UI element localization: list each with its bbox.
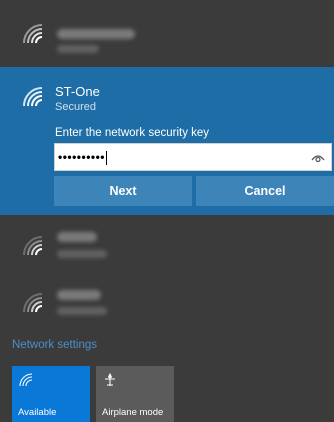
wifi-icon: [22, 235, 46, 257]
quick-action-airplane-tile[interactable]: Airplane mode: [96, 366, 174, 422]
obscured-network-name: [57, 232, 97, 242]
security-key-input[interactable]: ••••••••••: [54, 143, 332, 171]
security-key-value: ••••••••••: [58, 150, 108, 165]
wifi-icon: [22, 86, 46, 108]
quick-action-wifi-tile[interactable]: Available: [12, 366, 90, 422]
network-item[interactable]: [0, 220, 334, 274]
network-status: Secured: [55, 101, 96, 113]
obscured-network-status: [57, 250, 107, 258]
obscured-network-name: [57, 29, 135, 39]
airplane-icon: [103, 372, 117, 387]
network-item[interactable]: [0, 0, 334, 66]
network-settings-link[interactable]: Network settings: [12, 339, 97, 351]
obscured-network-status: [57, 45, 99, 53]
cancel-button[interactable]: Cancel: [196, 176, 334, 206]
next-button[interactable]: Next: [54, 176, 192, 206]
quick-action-label: Airplane mode: [102, 407, 164, 418]
security-key-label: Enter the network security key: [55, 127, 210, 139]
network-flyout: ST-One Secured Enter the network securit…: [0, 0, 334, 422]
wifi-icon: [22, 292, 46, 314]
eye-icon[interactable]: [311, 151, 325, 165]
network-ssid: ST-One: [55, 84, 100, 99]
obscured-network-name: [57, 290, 101, 300]
wifi-icon: [22, 23, 46, 45]
wifi-icon: [19, 373, 33, 387]
network-item[interactable]: [0, 276, 334, 330]
quick-action-label: Available: [18, 407, 57, 418]
obscured-network-status: [57, 307, 107, 315]
